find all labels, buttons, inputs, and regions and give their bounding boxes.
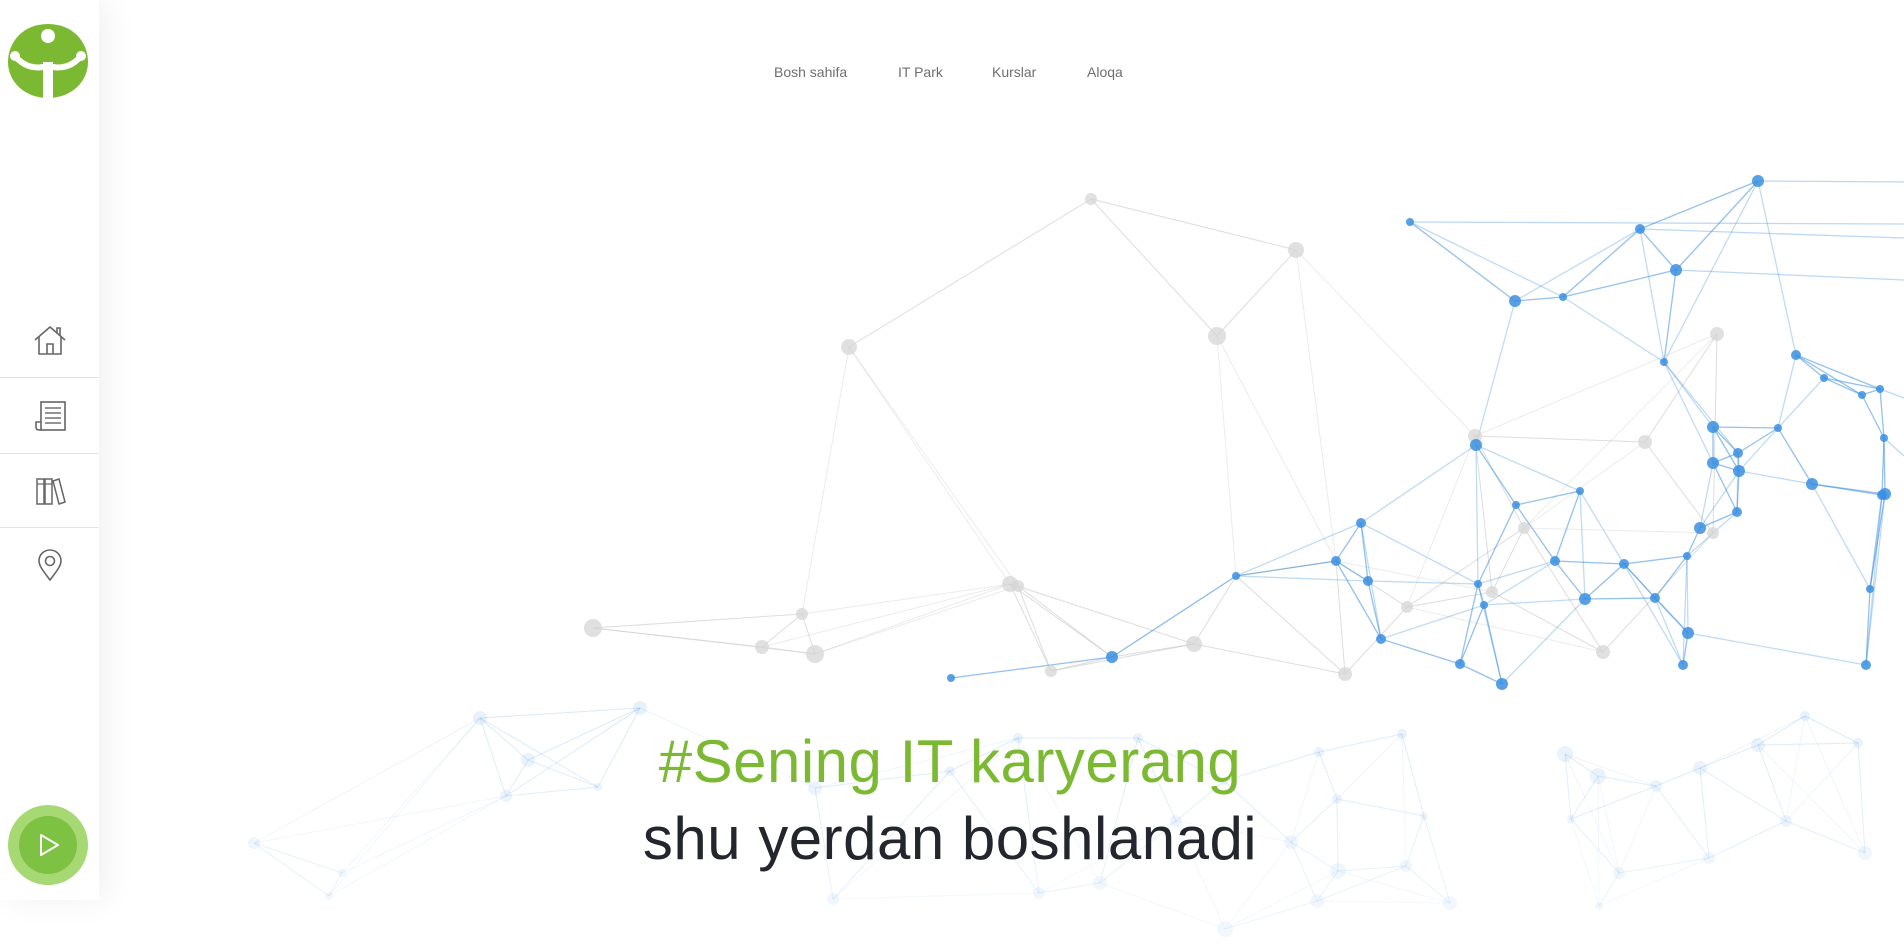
sidebar-item-location[interactable] <box>0 527 99 602</box>
network-node-gray <box>1288 242 1304 258</box>
network-node-gray <box>1596 645 1610 659</box>
nav-link-courses[interactable]: Kurslar <box>992 64 1036 80</box>
network-node <box>1474 580 1482 588</box>
network-node <box>1480 601 1488 609</box>
network-node <box>1877 490 1887 500</box>
network-node <box>1791 350 1801 360</box>
sidebar <box>0 0 99 900</box>
network-node <box>1880 434 1888 442</box>
network-node-gray <box>806 645 824 663</box>
network-node <box>1550 556 1560 566</box>
network-node <box>1509 295 1521 307</box>
network-node <box>1707 421 1719 433</box>
books-icon <box>35 477 66 505</box>
network-node-gray <box>841 339 857 355</box>
newspaper-icon <box>34 400 66 431</box>
top-navigation: Bosh sahifa IT Park Kurslar Aloqa <box>0 64 1904 84</box>
nav-link-contact[interactable]: Aloqa <box>1087 64 1123 80</box>
sidebar-item-home[interactable] <box>0 302 99 377</box>
network-node-gray <box>1186 636 1202 652</box>
network-node <box>1406 218 1414 226</box>
location-pin-icon <box>37 548 62 581</box>
network-node <box>1455 659 1465 669</box>
network-node <box>1376 634 1386 644</box>
network-node <box>1732 507 1742 517</box>
network-node-gray <box>1518 522 1530 534</box>
network-node <box>947 674 955 682</box>
play-video-button[interactable] <box>8 805 88 885</box>
network-node <box>1774 424 1782 432</box>
network-node <box>1876 385 1884 393</box>
network-node-gray <box>1012 580 1024 592</box>
nav-link-home[interactable]: Bosh sahifa <box>774 64 847 80</box>
network-node <box>1470 439 1482 451</box>
sidebar-item-courses[interactable] <box>0 453 99 528</box>
network-node <box>1806 478 1818 490</box>
network-node <box>1619 559 1629 569</box>
network-node <box>1694 522 1706 534</box>
network-node <box>1331 556 1341 566</box>
network-node-gray <box>1707 527 1719 539</box>
logo-icon <box>8 24 88 98</box>
network-node-gray <box>1338 667 1352 681</box>
hero-headline: shu yerdan boshlanadi <box>642 805 1258 872</box>
network-node <box>1861 660 1871 670</box>
network-node <box>1660 358 1668 366</box>
network-node-gray <box>755 640 769 654</box>
network-node <box>1752 175 1764 187</box>
network-node <box>1650 593 1660 603</box>
network-node <box>1858 391 1866 399</box>
network-node <box>1707 457 1719 469</box>
network-node <box>1682 627 1694 639</box>
network-node-gray <box>1486 586 1498 598</box>
network-node <box>1496 678 1508 690</box>
network-node <box>1232 572 1240 580</box>
brand-logo[interactable] <box>5 22 91 98</box>
network-node-gray <box>1401 601 1413 613</box>
network-node <box>1559 293 1567 301</box>
network-node-gray <box>1045 665 1057 677</box>
network-node-gray <box>1085 193 1097 205</box>
network-node <box>1356 518 1366 528</box>
network-node-gray <box>1710 327 1724 341</box>
network-node <box>1635 224 1645 234</box>
network-node <box>1733 448 1743 458</box>
network-node <box>1106 651 1118 663</box>
network-node <box>1820 374 1828 382</box>
network-node-gray <box>1208 327 1226 345</box>
network-node <box>1512 501 1520 509</box>
play-icon <box>40 834 59 856</box>
network-node <box>1576 487 1584 495</box>
network-node <box>1363 576 1373 586</box>
network-node-gray <box>1638 435 1652 449</box>
network-node <box>1733 465 1745 477</box>
sidebar-item-news[interactable] <box>0 378 99 453</box>
hero-headline-accent: #Sening IT karyerang <box>658 728 1242 795</box>
network-node-gray <box>584 619 602 637</box>
network-node <box>1678 660 1688 670</box>
network-node <box>1579 593 1591 605</box>
network-node <box>1670 264 1682 276</box>
nav-link-it-park[interactable]: IT Park <box>898 64 943 80</box>
home-icon <box>33 325 66 355</box>
network-node-gray <box>796 608 808 620</box>
network-node <box>1683 552 1691 560</box>
network-node <box>1866 585 1874 593</box>
